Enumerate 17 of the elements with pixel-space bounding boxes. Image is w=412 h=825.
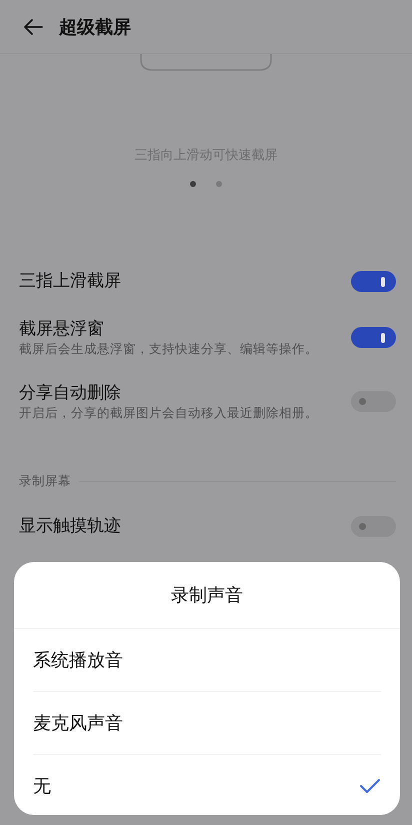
- sound-option[interactable]: 麦克风声音: [33, 692, 381, 755]
- setting-label: 分享自动删除: [19, 382, 122, 404]
- toggle-switch[interactable]: [351, 270, 396, 292]
- toggle-switch[interactable]: [351, 516, 396, 536]
- setting-label: 截屏悬浮窗: [19, 318, 105, 340]
- toggle-switch[interactable]: [351, 326, 396, 348]
- check-icon: [359, 778, 381, 794]
- sound-option[interactable]: 系统播放音: [33, 629, 381, 692]
- page-title: 超级截屏: [59, 16, 131, 38]
- setting-description: 开启后，分享的截屏图片会自动移入最近删除相册。: [19, 406, 319, 420]
- sound-option[interactable]: 无: [33, 755, 381, 817]
- setting-label: 三指上滑截屏: [19, 270, 122, 292]
- toggle-switch[interactable]: [351, 390, 396, 412]
- setting-label: 显示触摸轨迹: [19, 515, 122, 537]
- setting-description: 截屏后会生成悬浮窗，支持快速分享、编辑等操作。: [19, 342, 319, 356]
- section-header: 录制屏幕: [19, 473, 71, 490]
- sheet-title: 录制声音: [14, 562, 400, 629]
